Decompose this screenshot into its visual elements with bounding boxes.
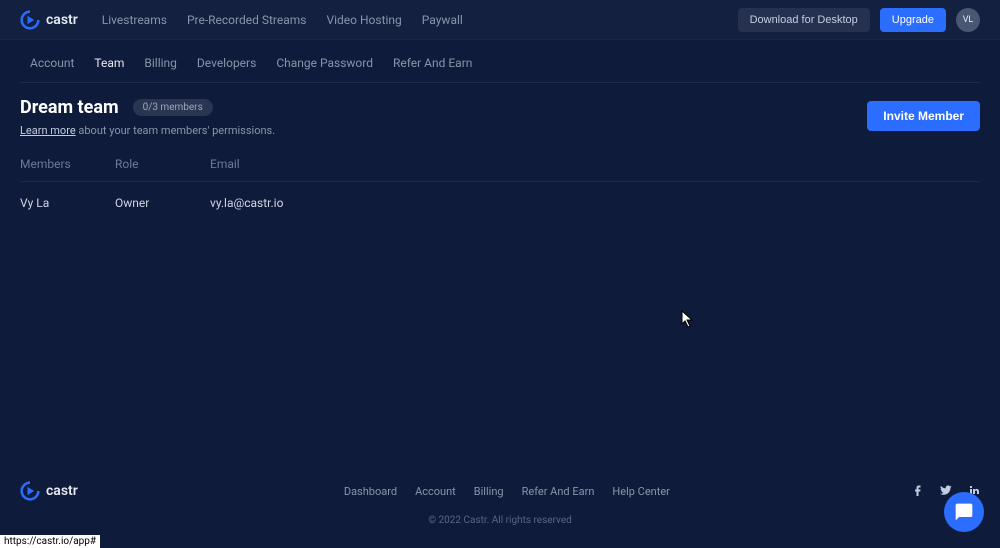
page-header: Dream team 0/3 members Learn more about …	[20, 83, 980, 137]
page-title: Dream team	[20, 97, 119, 118]
nav-livestreams[interactable]: Livestreams	[102, 13, 167, 27]
tab-developers[interactable]: Developers	[197, 56, 256, 70]
logo-icon	[20, 481, 40, 501]
facebook-icon[interactable]	[912, 484, 924, 499]
col-header-role: Role	[115, 157, 210, 171]
status-bar-url: https://castr.io/app#	[0, 535, 100, 548]
cell-email: vy.la@castr.io	[210, 196, 980, 210]
upgrade-button[interactable]: Upgrade	[880, 8, 946, 32]
topbar: castr Livestreams Pre-Recorded Streams V…	[0, 0, 1000, 40]
footer-logo[interactable]: castr	[20, 481, 78, 501]
nav-paywall[interactable]: Paywall	[422, 13, 463, 27]
footer-nav-refer[interactable]: Refer And Earn	[522, 485, 595, 498]
nav-prerecorded[interactable]: Pre-Recorded Streams	[187, 13, 307, 27]
subtext-tail: about your team members' permissions.	[76, 124, 275, 137]
member-count-badge: 0/3 members	[133, 99, 213, 116]
tab-team[interactable]: Team	[94, 56, 124, 70]
col-header-email: Email	[210, 157, 980, 171]
footer-top: castr Dashboard Account Billing Refer An…	[20, 481, 980, 501]
download-desktop-button[interactable]: Download for Desktop	[738, 8, 870, 32]
nav-video-hosting[interactable]: Video Hosting	[326, 13, 401, 27]
footer-nav-help[interactable]: Help Center	[612, 485, 670, 498]
footer: castr Dashboard Account Billing Refer An…	[0, 481, 1000, 526]
footer-nav: Dashboard Account Billing Refer And Earn…	[344, 485, 670, 498]
content: Account Team Billing Developers Change P…	[0, 40, 1000, 224]
avatar[interactable]: VL	[956, 8, 980, 32]
footer-brand-text: castr	[46, 483, 78, 499]
footer-nav-dashboard[interactable]: Dashboard	[344, 485, 397, 498]
copyright: © 2022 Castr. All rights reserved	[20, 515, 980, 526]
top-actions: Download for Desktop Upgrade VL	[738, 8, 980, 32]
tab-change-password[interactable]: Change Password	[276, 56, 373, 70]
cell-role: Owner	[115, 196, 210, 210]
invite-member-button[interactable]: Invite Member	[867, 101, 980, 131]
tab-account[interactable]: Account	[30, 56, 74, 70]
chat-icon	[954, 502, 974, 522]
footer-nav-billing[interactable]: Billing	[474, 485, 504, 498]
table-row: Vy La Owner vy.la@castr.io	[20, 182, 980, 224]
page-title-row: Dream team 0/3 members	[20, 97, 275, 118]
page-subtext: Learn more about your team members' perm…	[20, 124, 275, 137]
logo-icon	[20, 10, 40, 30]
tab-refer-earn[interactable]: Refer And Earn	[393, 56, 472, 70]
brand-text: castr	[46, 12, 78, 28]
learn-more-link[interactable]: Learn more	[20, 124, 76, 137]
footer-nav-account[interactable]: Account	[415, 485, 456, 498]
page-header-left: Dream team 0/3 members Learn more about …	[20, 97, 275, 137]
chat-widget-button[interactable]	[944, 492, 984, 532]
top-nav: Livestreams Pre-Recorded Streams Video H…	[102, 13, 738, 27]
cursor-icon	[681, 310, 695, 328]
logo[interactable]: castr	[20, 10, 78, 30]
table-head: Members Role Email	[20, 157, 980, 182]
col-header-members: Members	[20, 157, 115, 171]
cell-name: Vy La	[20, 196, 115, 210]
members-table: Members Role Email Vy La Owner vy.la@cas…	[20, 157, 980, 224]
sub-nav: Account Team Billing Developers Change P…	[20, 40, 980, 83]
tab-billing[interactable]: Billing	[144, 56, 177, 70]
